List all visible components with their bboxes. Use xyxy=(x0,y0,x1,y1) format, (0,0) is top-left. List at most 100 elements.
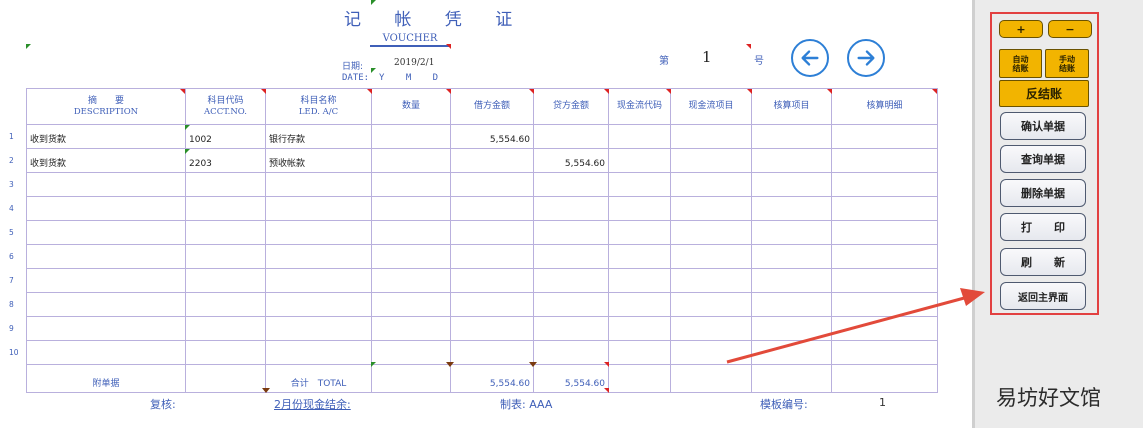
table-cell[interactable] xyxy=(608,244,671,269)
table-cell[interactable] xyxy=(608,292,671,317)
table-cell[interactable] xyxy=(26,172,186,197)
table-cell[interactable] xyxy=(185,268,266,293)
table-cell[interactable] xyxy=(533,244,609,269)
table-cell[interactable] xyxy=(831,340,938,365)
table-cell[interactable] xyxy=(450,244,534,269)
table-cell[interactable] xyxy=(450,220,534,245)
table-cell[interactable] xyxy=(265,172,372,197)
table-cell[interactable] xyxy=(450,172,534,197)
table-cell[interactable]: 1002 xyxy=(185,124,266,149)
table-cell[interactable] xyxy=(670,268,752,293)
table-cell[interactable] xyxy=(185,292,266,317)
table-cell[interactable] xyxy=(533,292,609,317)
table-cell[interactable] xyxy=(371,196,451,221)
back-to-main-button[interactable]: 返回主界面 xyxy=(1000,282,1086,310)
table-cell[interactable] xyxy=(533,172,609,197)
table-cell[interactable] xyxy=(533,220,609,245)
table-cell[interactable] xyxy=(26,268,186,293)
table-cell[interactable] xyxy=(533,196,609,221)
table-cell[interactable] xyxy=(185,172,266,197)
table-cell[interactable] xyxy=(265,292,372,317)
table-cell[interactable] xyxy=(608,268,671,293)
table-cell[interactable] xyxy=(450,196,534,221)
table-cell[interactable] xyxy=(533,268,609,293)
auto-close-button[interactable]: 自动 结账 xyxy=(999,49,1042,78)
table-cell[interactable] xyxy=(265,316,372,341)
table-cell[interactable] xyxy=(371,124,451,149)
table-cell[interactable]: 2203 xyxy=(185,148,266,173)
table-cell[interactable] xyxy=(265,220,372,245)
table-cell[interactable] xyxy=(831,220,938,245)
table-cell[interactable] xyxy=(751,316,832,341)
table-cell[interactable] xyxy=(831,172,938,197)
add-button[interactable]: + xyxy=(999,20,1043,38)
table-cell[interactable] xyxy=(371,172,451,197)
table-cell[interactable] xyxy=(751,196,832,221)
table-cell[interactable] xyxy=(185,244,266,269)
table-cell[interactable] xyxy=(265,340,372,365)
table-cell[interactable] xyxy=(670,244,752,269)
table-cell[interactable] xyxy=(265,268,372,293)
table-cell[interactable] xyxy=(450,148,534,173)
table-cell[interactable]: 5,554.60 xyxy=(533,148,609,173)
table-cell[interactable] xyxy=(751,172,832,197)
table-cell[interactable] xyxy=(751,292,832,317)
table-cell[interactable] xyxy=(831,316,938,341)
table-cell[interactable] xyxy=(185,196,266,221)
refresh-button[interactable]: 刷 新 xyxy=(1000,248,1086,276)
table-cell[interactable]: 银行存款 xyxy=(265,124,372,149)
table-cell[interactable]: 收到货款 xyxy=(26,148,186,173)
table-cell[interactable] xyxy=(831,292,938,317)
table-cell[interactable] xyxy=(608,196,671,221)
table-cell[interactable] xyxy=(371,220,451,245)
table-cell[interactable] xyxy=(265,244,372,269)
table-cell[interactable] xyxy=(751,268,832,293)
table-cell[interactable]: 预收帐款 xyxy=(265,148,372,173)
table-cell[interactable] xyxy=(26,292,186,317)
table-cell[interactable] xyxy=(751,340,832,365)
table-cell[interactable] xyxy=(831,148,938,173)
delete-voucher-button[interactable]: 删除单据 xyxy=(1000,179,1086,207)
reverse-close-button[interactable]: 反结账 xyxy=(999,80,1089,107)
table-cell[interactable] xyxy=(185,340,266,365)
table-cell[interactable] xyxy=(608,124,671,149)
table-cell[interactable] xyxy=(371,292,451,317)
table-cell[interactable] xyxy=(265,196,372,221)
table-cell[interactable] xyxy=(371,316,451,341)
table-cell[interactable] xyxy=(371,244,451,269)
table-cell[interactable] xyxy=(450,292,534,317)
table-cell[interactable] xyxy=(751,124,832,149)
table-cell[interactable] xyxy=(371,268,451,293)
date-value[interactable]: 2019/2/1 xyxy=(394,58,434,68)
table-cell[interactable] xyxy=(670,148,752,173)
table-cell[interactable] xyxy=(26,340,186,365)
remove-button[interactable]: − xyxy=(1048,20,1092,38)
table-cell[interactable] xyxy=(185,220,266,245)
table-cell[interactable] xyxy=(533,316,609,341)
table-cell[interactable] xyxy=(831,124,938,149)
table-cell[interactable] xyxy=(670,220,752,245)
table-cell[interactable] xyxy=(26,316,186,341)
manual-close-button[interactable]: 手动 结账 xyxy=(1045,49,1089,78)
table-cell[interactable] xyxy=(831,196,938,221)
table-cell[interactable] xyxy=(26,196,186,221)
query-voucher-button[interactable]: 查询单据 xyxy=(1000,145,1086,173)
table-cell[interactable] xyxy=(185,316,266,341)
table-cell[interactable] xyxy=(831,244,938,269)
table-cell[interactable] xyxy=(608,148,671,173)
confirm-voucher-button[interactable]: 确认单据 xyxy=(1000,112,1086,140)
table-cell[interactable] xyxy=(450,268,534,293)
table-cell[interactable] xyxy=(450,316,534,341)
table-cell[interactable] xyxy=(608,220,671,245)
table-cell[interactable]: 5,554.60 xyxy=(450,124,534,149)
voucher-number[interactable]: 1 xyxy=(702,48,712,66)
table-cell[interactable] xyxy=(751,220,832,245)
next-voucher-button[interactable] xyxy=(847,39,885,77)
table-cell[interactable] xyxy=(26,220,186,245)
table-cell[interactable] xyxy=(608,316,671,341)
table-cell[interactable] xyxy=(608,172,671,197)
table-cell[interactable] xyxy=(533,340,609,365)
table-cell[interactable] xyxy=(751,244,832,269)
table-cell[interactable] xyxy=(670,316,752,341)
prev-voucher-button[interactable] xyxy=(791,39,829,77)
